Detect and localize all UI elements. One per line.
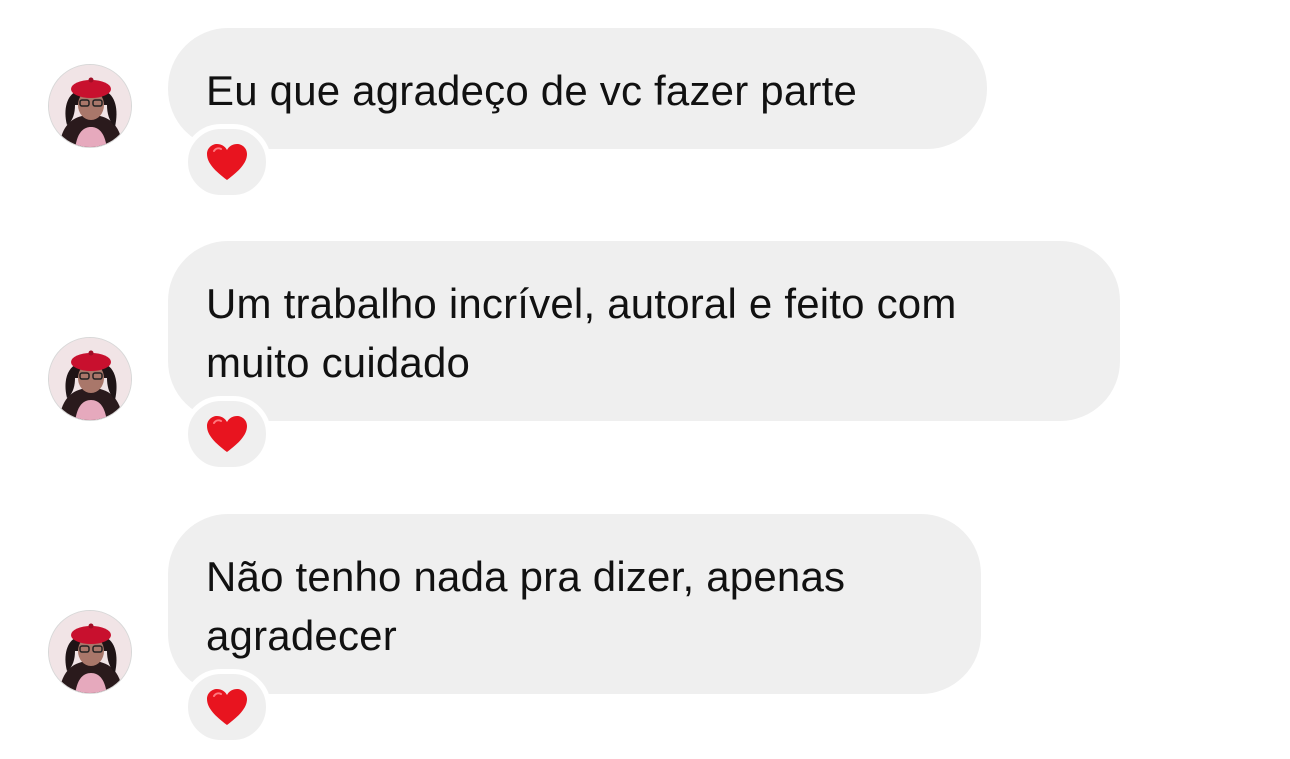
avatar[interactable]	[48, 610, 132, 694]
avatar[interactable]	[48, 337, 132, 421]
avatar-image	[49, 338, 131, 420]
avatar[interactable]	[48, 64, 132, 148]
reaction-badge[interactable]	[183, 396, 271, 472]
message-text: Não tenho nada pra dizer, apenas agradec…	[206, 553, 846, 659]
message-bubble[interactable]: Não tenho nada pra dizer, apenas agradec…	[168, 514, 981, 694]
message-bubble[interactable]: Um trabalho incrível, autoral e feito co…	[168, 241, 1120, 421]
avatar-image	[49, 65, 131, 147]
message-text: Um trabalho incrível, autoral e feito co…	[206, 280, 957, 386]
reaction-badge[interactable]	[183, 669, 271, 745]
avatar-image	[49, 611, 131, 693]
message-bubble[interactable]: Eu que agradeço de vc fazer parte	[168, 28, 987, 149]
heart-icon	[207, 416, 247, 452]
heart-icon	[207, 689, 247, 725]
reaction-badge[interactable]	[183, 124, 271, 200]
message-text: Eu que agradeço de vc fazer parte	[206, 67, 858, 114]
heart-icon	[207, 144, 247, 180]
